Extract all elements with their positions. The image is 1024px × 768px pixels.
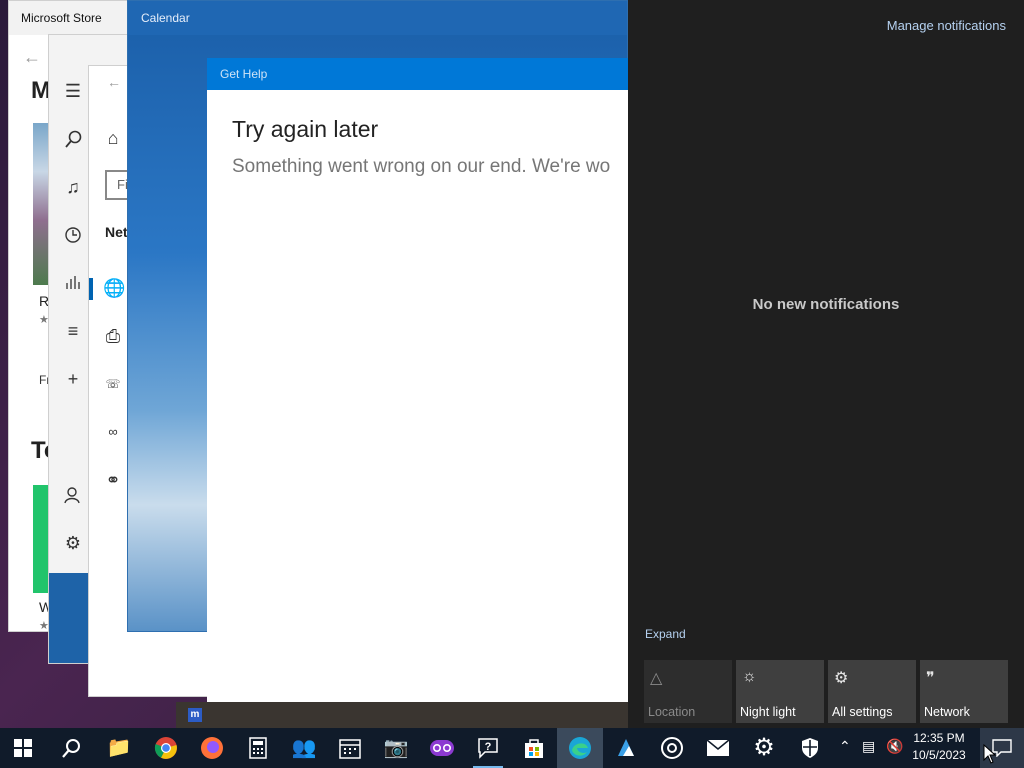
- quick-action-night-light[interactable]: ☼ Night light: [736, 660, 824, 723]
- network-tray-icon[interactable]: ▤: [862, 738, 875, 755]
- home-icon[interactable]: ⌂: [103, 128, 123, 148]
- folder-icon: 📁: [106, 737, 132, 759]
- taskbar-feedback[interactable]: [419, 728, 465, 768]
- back-arrow-icon[interactable]: ←: [107, 74, 121, 90]
- globe-status-icon[interactable]: 🌐: [103, 278, 125, 298]
- error-heading: Try again later: [232, 116, 379, 142]
- quick-action-label: Network: [924, 705, 970, 719]
- equalizer-icon[interactable]: [63, 273, 83, 293]
- taskbar-calendar[interactable]: [327, 728, 373, 768]
- windows-logo-icon: [14, 739, 32, 757]
- app-logo-icon: m: [188, 708, 202, 722]
- quick-action-all-settings[interactable]: ⚙ All settings: [828, 660, 916, 723]
- settings-icon: ⚙: [834, 670, 849, 687]
- hamburger-icon[interactable]: ☰: [63, 81, 83, 101]
- firefox-icon: [201, 737, 223, 759]
- clock-date: 10/5/2023: [912, 748, 966, 762]
- chrome-icon: [154, 737, 177, 759]
- taskbar-edge[interactable]: [557, 728, 603, 768]
- account-icon[interactable]: [63, 485, 83, 505]
- manage-notifications-link[interactable]: Manage notifications: [887, 18, 1006, 33]
- taskbar-get-help[interactable]: ?: [465, 728, 511, 768]
- ethernet-icon[interactable]: ⎙: [103, 326, 123, 346]
- store-bag-icon: [525, 739, 543, 758]
- quick-action-network[interactable]: ❞ Network: [920, 660, 1008, 723]
- quick-action-label: Night light: [740, 705, 796, 719]
- playlist-icon[interactable]: ≡: [63, 321, 83, 341]
- night-light-icon: ☼: [742, 668, 757, 685]
- taskbar-groove[interactable]: [649, 728, 695, 768]
- quick-action-label: All settings: [832, 705, 893, 719]
- gear-icon[interactable]: ⚙: [63, 533, 83, 553]
- quick-action-location[interactable]: △ Location: [644, 660, 732, 723]
- taskbar-firefox[interactable]: [189, 728, 235, 768]
- groove-music-icon: [661, 737, 683, 759]
- taskbar-security[interactable]: [787, 728, 833, 768]
- search-icon: [62, 739, 80, 758]
- people-icon: 👥: [291, 737, 317, 759]
- expand-link[interactable]: Expand: [645, 627, 686, 641]
- recent-icon[interactable]: [63, 225, 83, 245]
- mouse-cursor-icon: [983, 744, 997, 764]
- taskbar-chrome[interactable]: [143, 728, 189, 768]
- calculator-icon: [249, 737, 267, 759]
- taskbar-mail[interactable]: [695, 728, 741, 768]
- no-notifications-text: No new notifications: [752, 296, 900, 313]
- taskbar-camera[interactable]: 📷: [373, 728, 419, 768]
- error-message: Something went wrong on our end. We're w…: [232, 156, 611, 177]
- start-button[interactable]: [0, 728, 46, 768]
- quick-action-label: Location: [648, 705, 696, 719]
- network-icon: ❞: [926, 670, 935, 687]
- proxy-globe-icon[interactable]: ⚭: [103, 470, 123, 490]
- windows-security-shield-icon: [802, 738, 818, 758]
- taskbar[interactable]: 📁 👥 📷 ? ⚙ ⌃ ▤ 🔇 12:35 PM 10/5/2023: [0, 728, 1024, 768]
- get-help-titlebar: Get Help: [207, 58, 628, 90]
- mail-icon: [706, 739, 730, 756]
- clock-time: 12:35 PM: [913, 731, 965, 745]
- search-icon[interactable]: [63, 129, 83, 149]
- svg-text:?: ?: [485, 741, 492, 753]
- taskbar-photos[interactable]: [603, 728, 649, 768]
- taskbar-search-button[interactable]: [48, 728, 94, 768]
- volume-muted-icon[interactable]: 🔇: [886, 738, 903, 755]
- action-center[interactable]: Manage notifications No new notification…: [628, 0, 1024, 728]
- vpn-icon[interactable]: ∞: [103, 422, 123, 442]
- selected-indicator: [89, 278, 93, 300]
- get-help-icon: ?: [478, 738, 498, 759]
- calendar-titlebar: Calendar: [128, 1, 627, 35]
- camera-icon: 📷: [383, 737, 409, 759]
- add-icon[interactable]: +: [63, 369, 83, 389]
- feedback-hub-icon: [430, 740, 454, 756]
- taskbar-store[interactable]: [511, 728, 557, 768]
- settings-section-heading: Net: [105, 224, 128, 240]
- settings-gear-icon: ⚙: [753, 734, 775, 761]
- get-help-window[interactable]: Get Help Try again later Something went …: [207, 58, 628, 720]
- photos-icon: [618, 739, 634, 756]
- calendar-icon: [339, 739, 361, 759]
- back-arrow-icon[interactable]: ←: [23, 47, 41, 68]
- background-window-strip: m: [176, 702, 628, 728]
- taskbar-calculator[interactable]: [235, 728, 281, 768]
- taskbar-people[interactable]: 👥: [281, 728, 327, 768]
- location-icon: △: [650, 670, 663, 687]
- show-hidden-icons-chevron-icon[interactable]: ⌃: [839, 738, 851, 755]
- edge-icon: [569, 737, 591, 759]
- taskbar-file-explorer[interactable]: 📁: [96, 728, 142, 768]
- taskbar-settings[interactable]: ⚙: [741, 728, 787, 768]
- music-note-icon[interactable]: ♫: [63, 177, 83, 197]
- dialup-icon[interactable]: ☏: [103, 374, 123, 394]
- taskbar-clock[interactable]: 12:35 PM 10/5/2023: [908, 730, 970, 766]
